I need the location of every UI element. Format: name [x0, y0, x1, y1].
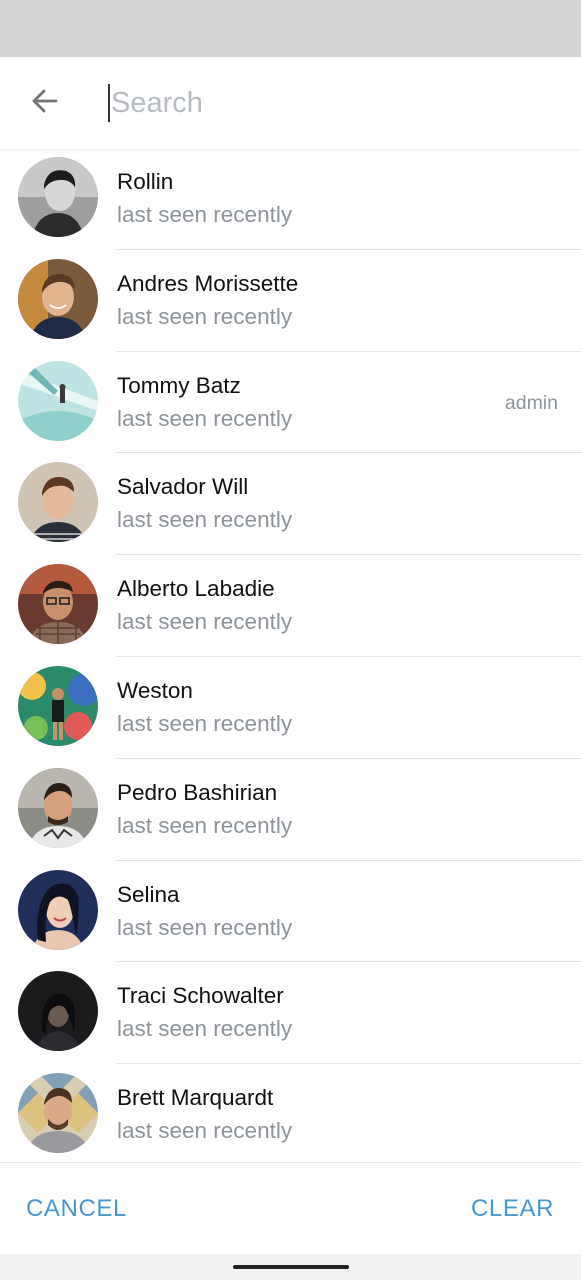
contact-status: last seen recently [117, 710, 293, 736]
contact-name: Salvador Will [117, 474, 249, 500]
home-indicator[interactable] [233, 1265, 349, 1269]
search-header [0, 57, 581, 149]
contact-row[interactable]: Tommy Batz last seen recently admin [0, 352, 581, 454]
contact-row[interactable]: Pedro Bashirian last seen recently [0, 759, 581, 861]
contact-row[interactable]: Selina last seen recently [0, 861, 581, 963]
search-input[interactable] [108, 81, 548, 125]
avatar [18, 665, 98, 746]
contact-name: Andres Morissette [117, 270, 299, 296]
contact-row[interactable]: Salvador Will last seen recently [0, 453, 581, 556]
avatar [18, 1073, 98, 1154]
contact-status: last seen recently [117, 1118, 293, 1144]
contact-row[interactable]: Alberto Labadie last seen recently [0, 555, 581, 657]
avatar [18, 869, 98, 950]
clear-button[interactable]: CLEAR [471, 1195, 554, 1223]
avatar [18, 258, 98, 339]
avatar [18, 564, 98, 645]
search-field[interactable] [108, 81, 548, 125]
contact-status: last seen recently [117, 405, 293, 431]
avatar [18, 360, 98, 441]
contact-name: Pedro Bashirian [117, 779, 278, 805]
cancel-button[interactable]: CANCEL [26, 1195, 127, 1223]
contact-list[interactable]: Rollin last seen recently Andres Morisse… [0, 148, 581, 1163]
contact-row[interactable]: Rollin last seen recently [0, 148, 581, 250]
contact-name: Selina [117, 881, 180, 907]
contact-name: Traci Schowalter [117, 983, 284, 1009]
admin-badge: admin [504, 391, 558, 414]
arrow-left-icon [30, 86, 60, 121]
contact-row[interactable]: Traci Schowalter last seen recently [0, 962, 581, 1065]
contact-row[interactable]: Andres Morissette last seen recently [0, 250, 581, 352]
contact-status: last seen recently [117, 1016, 293, 1042]
contact-status: last seen recently [117, 609, 293, 635]
contact-row[interactable]: Brett Marquardt last seen recently [0, 1064, 581, 1163]
contact-name: Alberto Labadie [117, 576, 275, 602]
contact-status: last seen recently [117, 202, 293, 227]
avatar [18, 971, 98, 1052]
status-bar [0, 0, 581, 57]
avatar [18, 767, 98, 848]
avatar [18, 462, 98, 543]
back-button[interactable] [18, 79, 72, 127]
avatar [18, 157, 98, 237]
dialog-actions: CANCEL CLEAR [0, 1162, 581, 1254]
contact-name: Rollin [117, 169, 174, 194]
contact-status: last seen recently [117, 507, 293, 533]
navigation-bar [0, 1254, 581, 1280]
contact-status: last seen recently [117, 303, 293, 329]
contact-name: Tommy Batz [117, 372, 241, 398]
contact-row[interactable]: Weston last seen recently [0, 657, 581, 759]
contact-status: last seen recently [117, 812, 293, 838]
contact-name: Brett Marquardt [117, 1085, 274, 1111]
text-cursor [108, 84, 110, 122]
contact-name: Weston [117, 677, 193, 703]
contact-status: last seen recently [117, 914, 293, 940]
